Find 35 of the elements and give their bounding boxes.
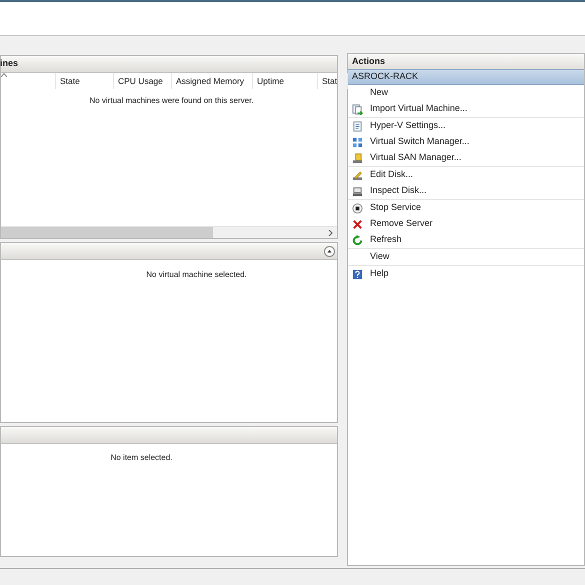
empty-message: No item selected. bbox=[110, 452, 174, 464]
column-header[interactable]: State bbox=[56, 73, 114, 89]
close-icon bbox=[352, 218, 363, 230]
server-header[interactable]: ASROCK-RACK bbox=[348, 69, 584, 85]
action-link[interactable]: Virtual SAN Manager... bbox=[370, 151, 462, 165]
column-header[interactable]: Uptime bbox=[253, 73, 318, 89]
panel-title: Actions bbox=[352, 54, 386, 68]
collapse-button[interactable] bbox=[324, 246, 335, 256]
empty-message: No virtual machines were found on this server. bbox=[88, 95, 255, 107]
action-link[interactable]: Remove Server bbox=[370, 217, 433, 231]
help-icon bbox=[352, 268, 363, 280]
disk-drive-icon bbox=[352, 186, 363, 196]
network-grid-icon bbox=[352, 136, 363, 148]
action-link[interactable]: Virtual Switch Manager... bbox=[370, 135, 470, 149]
folder-network-icon bbox=[352, 152, 363, 164]
scroll-right-icon[interactable] bbox=[328, 230, 334, 236]
action-link[interactable]: Import Virtual Machine... bbox=[370, 102, 468, 116]
column-header[interactable]: CPU Usage bbox=[114, 73, 172, 89]
action-link[interactable]: Hyper-V Settings... bbox=[370, 119, 446, 133]
horizontal-scrollbar[interactable] bbox=[1, 226, 337, 238]
action-link[interactable]: View bbox=[370, 250, 390, 264]
action-link[interactable]: Stop Service bbox=[370, 201, 422, 215]
disk-pencil-icon bbox=[352, 170, 363, 180]
action-link[interactable]: Edit Disk... bbox=[370, 168, 414, 182]
action-link[interactable]: Refresh bbox=[370, 233, 402, 247]
empty-message: No virtual machine selected. bbox=[145, 269, 248, 281]
import-icon bbox=[352, 104, 363, 114]
action-link[interactable]: New bbox=[370, 86, 388, 100]
document-icon bbox=[352, 120, 363, 132]
stop-icon bbox=[352, 202, 363, 214]
action-link[interactable]: Help bbox=[370, 267, 389, 281]
column-header[interactable]: Assigned Memory bbox=[172, 73, 253, 89]
panel-title: ines bbox=[0, 57, 18, 70]
refresh-icon bbox=[352, 234, 363, 246]
action-link[interactable]: Inspect Disk... bbox=[370, 184, 427, 198]
